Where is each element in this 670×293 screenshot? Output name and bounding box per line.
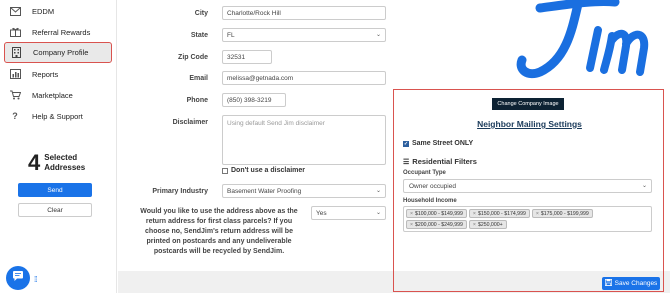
income-tag[interactable]: × $250,000+ bbox=[468, 220, 507, 229]
panel-title: Neighbor Mailing Settings bbox=[477, 119, 582, 129]
return-address-question: Would you like to use the address above … bbox=[140, 208, 298, 255]
save-label: Save Changes bbox=[614, 280, 658, 287]
bar-chart-icon bbox=[8, 67, 22, 81]
gift-icon bbox=[8, 25, 22, 39]
sidebar-item-label: Help & Support bbox=[32, 111, 83, 121]
state-select[interactable]: FL ⌄ bbox=[222, 28, 386, 42]
email-label: Email bbox=[189, 75, 208, 82]
same-street-label: Same Street ONLY bbox=[412, 140, 474, 147]
remove-tag-icon[interactable]: × bbox=[410, 222, 413, 228]
checkbox-checked-icon[interactable]: ✓ bbox=[403, 140, 409, 147]
zip-label: Zip Code bbox=[178, 54, 208, 61]
sidebar-item-label: Company Profile bbox=[33, 48, 89, 57]
zip-value: 32531 bbox=[227, 53, 246, 61]
state-value: FL bbox=[227, 31, 235, 39]
state-label: State bbox=[190, 32, 208, 39]
occupant-type-select[interactable]: Owner occupied ⌄ bbox=[403, 179, 652, 193]
income-tag[interactable]: × $175,000 - $199,999 bbox=[531, 209, 593, 218]
sidebar-item-label: Reports bbox=[32, 69, 59, 79]
household-income-label: Household Income bbox=[403, 198, 457, 204]
occupant-type-value: Owner occupied bbox=[409, 182, 456, 190]
residential-filters-heading: ☰ Residential Filters bbox=[403, 157, 477, 166]
industry-label: Primary Industry bbox=[152, 188, 208, 195]
chevron-down-icon: ⌄ bbox=[375, 32, 381, 38]
phone-label: Phone bbox=[186, 97, 208, 104]
selected-label-line2: Addresses bbox=[44, 163, 86, 172]
income-tag-label: $150,000 - $174,999 bbox=[477, 210, 526, 217]
company-logo bbox=[500, 0, 660, 82]
selected-label: Selected Addresses bbox=[44, 153, 85, 173]
disclaimer-placeholder: Using default Send Jim disclaimer bbox=[227, 120, 325, 127]
industry-value: Basement Water Proofing bbox=[227, 187, 302, 195]
income-tag-label: $175,000 - $199,999 bbox=[540, 210, 589, 217]
drag-handle-icon[interactable]: ⁞⁞ bbox=[34, 275, 38, 284]
phone-value: (850) 398-3219 bbox=[227, 96, 272, 104]
chat-icon bbox=[12, 269, 24, 287]
sidebar-item-marketplace[interactable]: Marketplace bbox=[4, 85, 112, 105]
chevron-down-icon: ⌄ bbox=[641, 183, 647, 189]
sidebar: EDDM Referral Rewards Company Profile Re… bbox=[0, 0, 117, 293]
zip-field[interactable]: 32531 bbox=[222, 50, 272, 64]
income-tag[interactable]: × $150,000 - $174,999 bbox=[468, 209, 530, 218]
selected-addresses-summary: 4 Selected Addresses bbox=[28, 150, 85, 176]
remove-tag-icon[interactable]: × bbox=[410, 211, 413, 217]
selected-count: 4 bbox=[28, 150, 41, 175]
income-tag[interactable]: × $200,000 - $249,999 bbox=[406, 220, 467, 229]
chevron-down-icon: ⌄ bbox=[375, 210, 381, 216]
city-field[interactable]: Charlotte/Rock Hill bbox=[222, 6, 386, 20]
same-street-checkbox-row[interactable]: ✓ Same Street ONLY bbox=[403, 140, 473, 147]
question-icon: ? bbox=[12, 111, 18, 121]
occupant-type-label: Occupant Type bbox=[403, 170, 446, 176]
disclaimer-textarea[interactable]: Using default Send Jim disclaimer bbox=[222, 115, 386, 165]
save-changes-button[interactable]: Save Changes bbox=[602, 277, 660, 290]
list-icon: ☰ bbox=[403, 158, 410, 166]
income-tag-label: $250,000+ bbox=[477, 221, 503, 228]
selected-label-line1: Selected bbox=[44, 153, 78, 162]
sidebar-item-label: Marketplace bbox=[32, 90, 73, 100]
remove-tag-icon[interactable]: × bbox=[536, 211, 539, 217]
household-income-multiselect[interactable]: × $100,000 - $149,999 × $150,000 - $174,99… bbox=[403, 206, 652, 232]
clear-button[interactable]: Clear bbox=[18, 203, 92, 217]
envelope-icon bbox=[8, 4, 22, 18]
city-label: City bbox=[194, 10, 208, 17]
no-disclaimer-label: Don't use a disclaimer bbox=[231, 167, 306, 174]
income-tag-label: $100,000 - $149,999 bbox=[415, 210, 463, 217]
remove-tag-icon[interactable]: × bbox=[473, 211, 476, 217]
sidebar-item-referral-rewards[interactable]: Referral Rewards bbox=[4, 22, 112, 42]
sidebar-item-help-support[interactable]: ? Help & Support bbox=[4, 106, 112, 126]
save-icon bbox=[604, 278, 612, 288]
cart-icon bbox=[8, 88, 22, 102]
no-disclaimer-checkbox[interactable] bbox=[222, 167, 228, 174]
change-company-image-button[interactable]: Change Company Image bbox=[492, 98, 564, 110]
industry-select[interactable]: Basement Water Proofing ⌄ bbox=[222, 184, 386, 198]
neighbor-mailing-panel: Change Company Image Neighbor Mailing Se… bbox=[393, 89, 664, 292]
send-button[interactable]: Send bbox=[18, 183, 92, 197]
no-disclaimer-checkbox-row[interactable]: Don't use a disclaimer bbox=[222, 167, 305, 174]
return-address-value: Yes bbox=[316, 209, 327, 217]
sidebar-item-eddm[interactable]: EDDM bbox=[4, 1, 112, 21]
income-tag[interactable]: × $100,000 - $149,999 bbox=[406, 209, 467, 218]
phone-field[interactable]: (850) 398-3219 bbox=[222, 93, 286, 107]
building-icon bbox=[9, 46, 23, 60]
city-value: Charlotte/Rock Hill bbox=[227, 9, 281, 17]
income-tag-label: $200,000 - $249,999 bbox=[415, 221, 463, 228]
sidebar-item-label: EDDM bbox=[32, 6, 55, 16]
return-address-select[interactable]: Yes ⌄ bbox=[311, 206, 386, 220]
remove-tag-icon[interactable]: × bbox=[473, 222, 476, 228]
disclaimer-label: Disclaimer bbox=[172, 119, 208, 126]
chat-button[interactable] bbox=[6, 266, 30, 290]
residential-filters-label: Residential Filters bbox=[412, 157, 477, 166]
sidebar-item-label: Referral Rewards bbox=[32, 27, 91, 37]
sidebar-item-company-profile[interactable]: Company Profile bbox=[4, 42, 112, 63]
chevron-down-icon: ⌄ bbox=[375, 188, 381, 194]
sidebar-item-reports[interactable]: Reports bbox=[4, 64, 112, 84]
email-value: melissa@getnada.com bbox=[227, 74, 294, 82]
email-field[interactable]: melissa@getnada.com bbox=[222, 71, 386, 85]
